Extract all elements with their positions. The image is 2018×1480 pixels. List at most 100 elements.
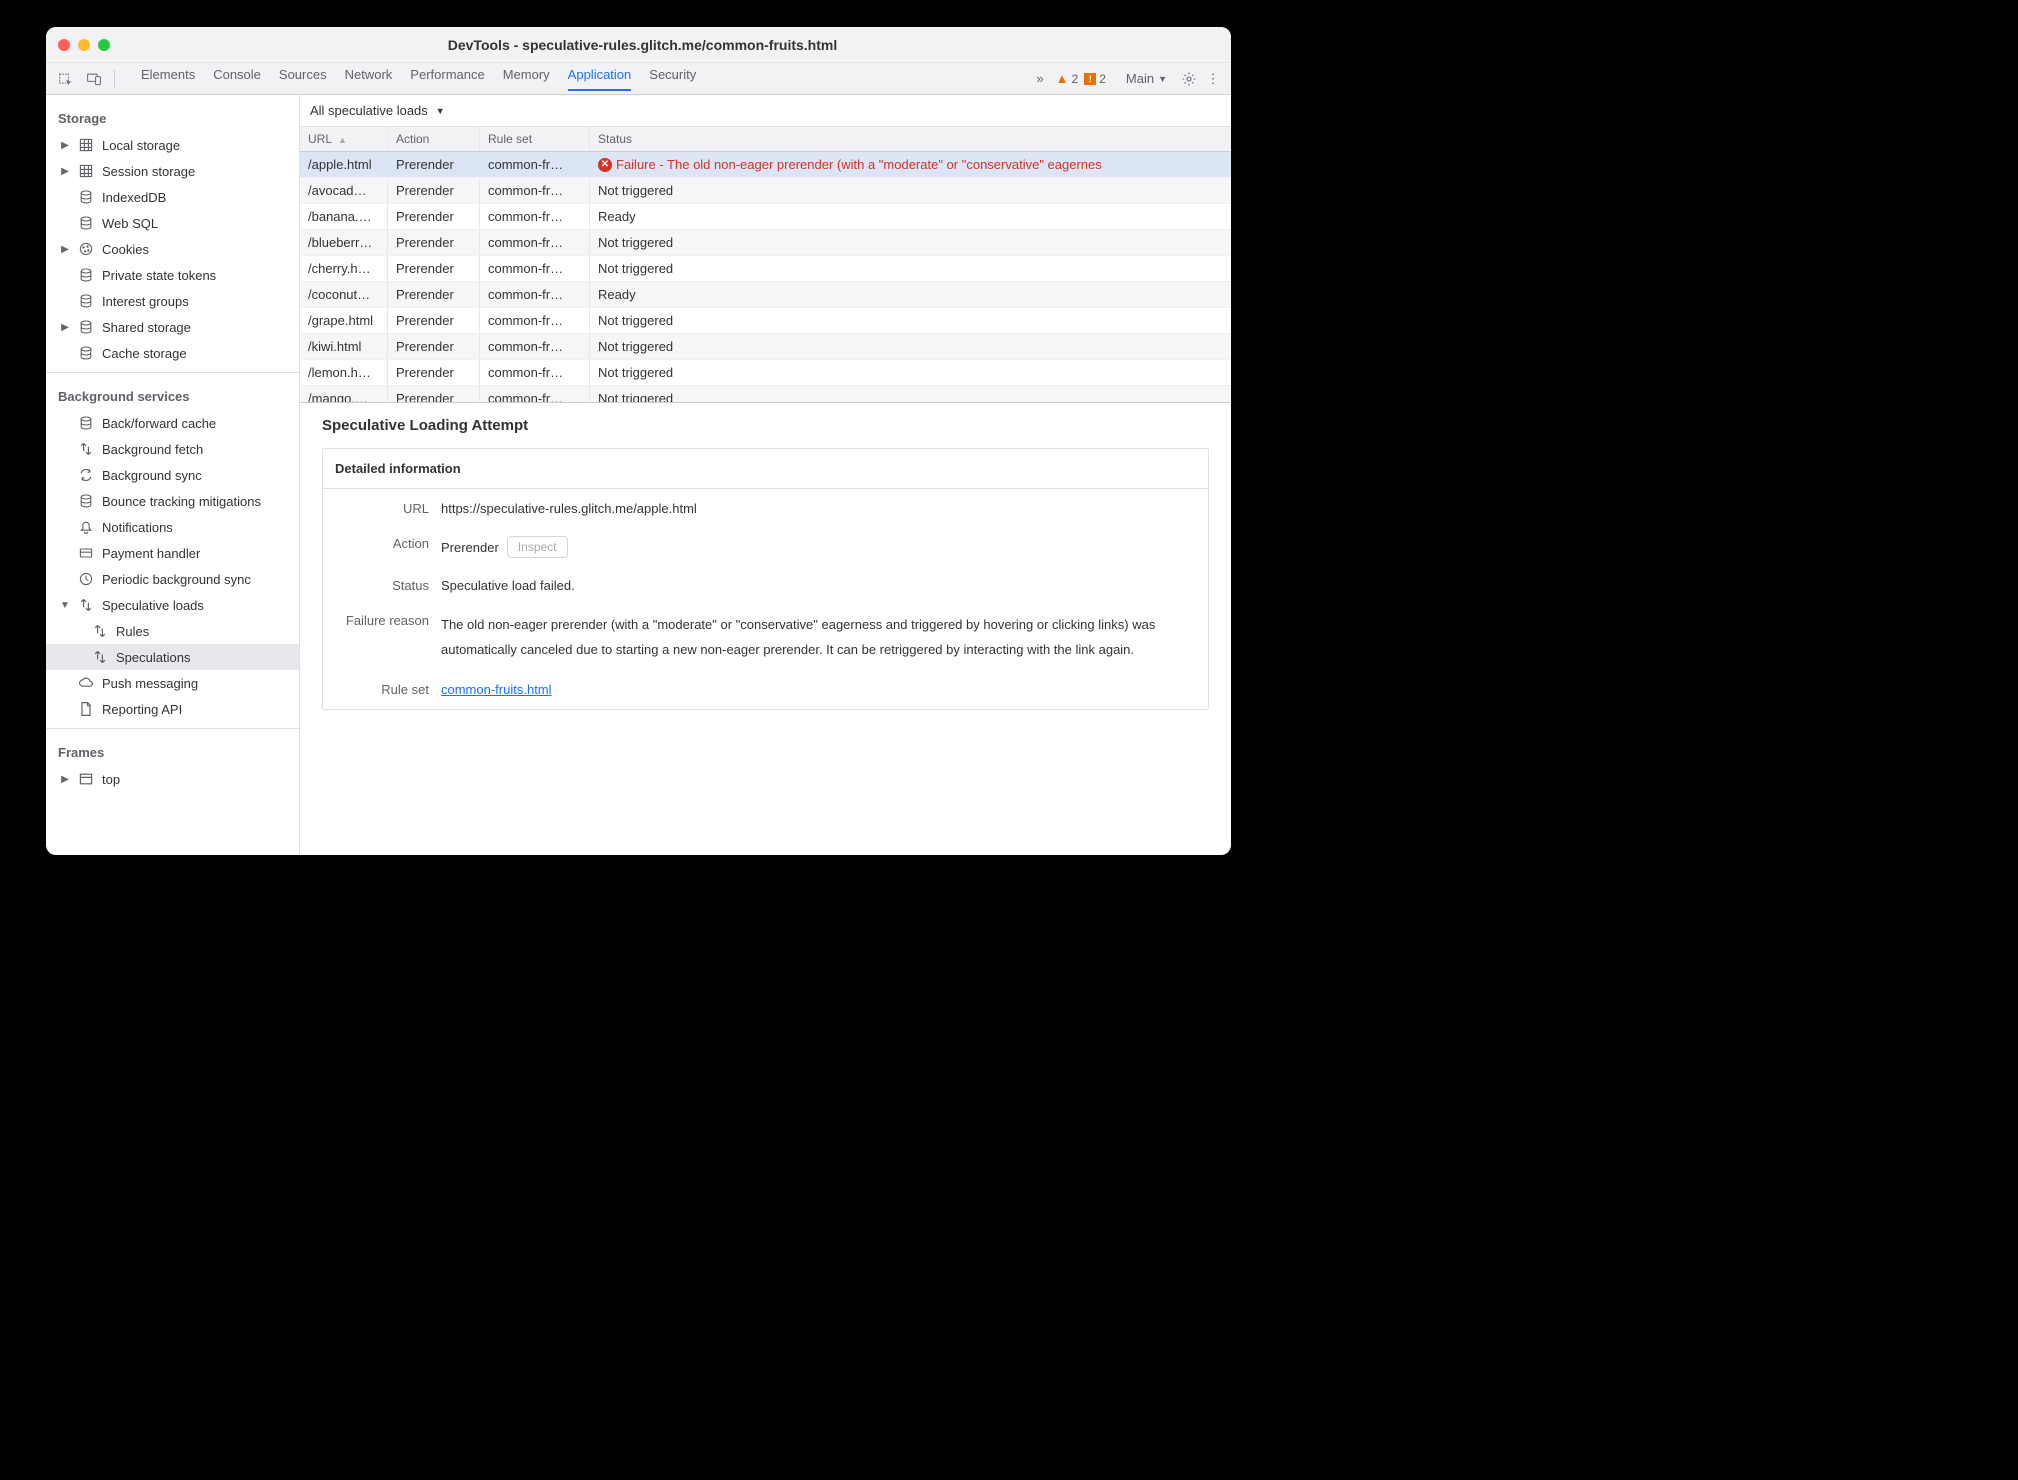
sidebar-reporting-api[interactable]: Reporting API: [46, 696, 299, 722]
db-icon: [77, 344, 95, 362]
close-window-button[interactable]: [58, 39, 70, 51]
table-row[interactable]: /lemon.h…Prerendercommon-fr…Not triggere…: [300, 360, 1231, 386]
table-row[interactable]: /avocad…Prerendercommon-fr…Not triggered: [300, 178, 1231, 204]
db-icon: [77, 414, 95, 432]
warning-counters[interactable]: ▲2 !2: [1056, 71, 1106, 86]
sidebar-item-notifications[interactable]: Notifications: [46, 514, 299, 540]
card-icon: [77, 544, 95, 562]
tab-elements[interactable]: Elements: [141, 67, 195, 91]
maximize-window-button[interactable]: [98, 39, 110, 51]
ruleset-link[interactable]: common-fruits.html: [441, 682, 552, 697]
detail-action-value: Prerender Inspect: [441, 536, 1196, 558]
detail-url-key: URL: [335, 501, 429, 516]
sidebar-item-periodic-background-sync[interactable]: Periodic background sync: [46, 566, 299, 592]
sidebar-speculations[interactable]: Speculations: [46, 644, 299, 670]
table-row[interactable]: /cherry.h…Prerendercommon-fr…Not trigger…: [300, 256, 1231, 282]
chevron-right-icon: ▶: [60, 322, 70, 333]
table-row[interactable]: /apple.htmlPrerendercommon-fr…✕Failure -…: [300, 152, 1231, 178]
arrows-icon: [77, 596, 95, 614]
detail-action-key: Action: [335, 536, 429, 551]
table-body: /apple.htmlPrerendercommon-fr…✕Failure -…: [300, 152, 1231, 402]
table-row[interactable]: /blueberr…Prerendercommon-fr…Not trigger…: [300, 230, 1231, 256]
chevron-right-icon: ▶: [60, 140, 70, 151]
sidebar-item-cache-storage[interactable]: Cache storage: [46, 340, 299, 366]
tab-network[interactable]: Network: [345, 67, 393, 91]
sidebar-item-private-state-tokens[interactable]: Private state tokens: [46, 262, 299, 288]
sidebar-rules[interactable]: Rules: [46, 618, 299, 644]
table-row[interactable]: /coconut…Prerendercommon-fr…Ready: [300, 282, 1231, 308]
table-row[interactable]: /kiwi.htmlPrerendercommon-fr…Not trigger…: [300, 334, 1231, 360]
frames-header: Frames: [46, 735, 299, 766]
tab-memory[interactable]: Memory: [503, 67, 550, 91]
detail-failure-value: The old non-eager prerender (with a "mod…: [441, 613, 1196, 662]
bg-services-header: Background services: [46, 379, 299, 410]
column-url[interactable]: URL▲: [300, 127, 388, 151]
bell-icon: [77, 518, 95, 536]
detail-ruleset-key: Rule set: [335, 682, 429, 697]
inspect-icon[interactable]: [54, 67, 78, 91]
filter-bar: All speculative loads ▼: [300, 95, 1231, 127]
arrows-icon: [91, 648, 109, 666]
detail-failure-key: Failure reason: [335, 613, 429, 628]
sidebar-push-messaging[interactable]: Push messaging: [46, 670, 299, 696]
column-status[interactable]: Status: [590, 127, 1231, 151]
column-ruleset[interactable]: Rule set: [480, 127, 590, 151]
inspect-button[interactable]: Inspect: [507, 536, 568, 558]
sidebar-item-background-sync[interactable]: Background sync: [46, 462, 299, 488]
sync-icon: [77, 466, 95, 484]
cloud-icon: [77, 674, 95, 692]
sidebar-item-bounce-tracking-mitigations[interactable]: Bounce tracking mitigations: [46, 488, 299, 514]
chevron-down-icon: ▼: [60, 600, 70, 611]
detail-url-value: https://speculative-rules.glitch.me/appl…: [441, 501, 1196, 516]
sidebar-item-indexeddb[interactable]: IndexedDB: [46, 184, 299, 210]
tab-sources[interactable]: Sources: [279, 67, 327, 91]
panel-tabs: Elements Console Sources Network Performance…: [141, 67, 1032, 91]
minimize-window-button[interactable]: [78, 39, 90, 51]
more-tabs-button[interactable]: »: [1036, 71, 1043, 86]
cookie-icon: [77, 240, 95, 258]
table-row[interactable]: /mango.…Prerendercommon-fr…Not triggered: [300, 386, 1231, 402]
db-icon: [77, 214, 95, 232]
document-icon: [77, 700, 95, 718]
table-row[interactable]: /banana.…Prerendercommon-fr…Ready: [300, 204, 1231, 230]
sidebar-speculative-loads[interactable]: ▼ Speculative loads: [46, 592, 299, 618]
tab-performance[interactable]: Performance: [410, 67, 484, 91]
sidebar-frame-top[interactable]: ▶ top: [46, 766, 299, 792]
content-area: Storage ▶Local storage▶Session storageIn…: [46, 95, 1231, 855]
sidebar-item-shared-storage[interactable]: ▶Shared storage: [46, 314, 299, 340]
more-menu-icon[interactable]: ⋮: [1203, 69, 1223, 89]
settings-gear-icon[interactable]: [1179, 69, 1199, 89]
arrows-icon: [91, 622, 109, 640]
sidebar-item-interest-groups[interactable]: Interest groups: [46, 288, 299, 314]
sidebar-item-session-storage[interactable]: ▶Session storage: [46, 158, 299, 184]
tab-console[interactable]: Console: [213, 67, 261, 91]
sidebar-item-payment-handler[interactable]: Payment handler: [46, 540, 299, 566]
db-icon: [77, 318, 95, 336]
frame-icon: [77, 770, 95, 788]
tab-application[interactable]: Application: [568, 67, 632, 91]
warning-triangle-icon: ▲: [1056, 71, 1069, 86]
filter-dropdown[interactable]: All speculative loads ▼: [310, 103, 445, 118]
sidebar-item-back-forward-cache[interactable]: Back/forward cache: [46, 410, 299, 436]
main-panel: All speculative loads ▼ URL▲ Action Rule…: [300, 95, 1231, 855]
table-row[interactable]: /grape.htmlPrerendercommon-fr…Not trigge…: [300, 308, 1231, 334]
sidebar-item-local-storage[interactable]: ▶Local storage: [46, 132, 299, 158]
device-icon[interactable]: [82, 67, 106, 91]
sidebar-item-web-sql[interactable]: Web SQL: [46, 210, 299, 236]
chevron-right-icon: ▶: [60, 166, 70, 177]
storage-section-header: Storage: [46, 101, 299, 132]
table-header: URL▲ Action Rule set Status: [300, 127, 1231, 152]
sort-asc-icon: ▲: [338, 135, 347, 145]
application-sidebar: Storage ▶Local storage▶Session storageIn…: [46, 95, 300, 855]
details-panel: Speculative Loading Attempt Detailed inf…: [300, 402, 1231, 855]
target-selector[interactable]: Main ▼: [1126, 71, 1167, 86]
sidebar-item-background-fetch[interactable]: Background fetch: [46, 436, 299, 462]
grid-icon: [77, 162, 95, 180]
chevron-right-icon: ▶: [60, 244, 70, 255]
tab-security[interactable]: Security: [649, 67, 696, 91]
db-icon: [77, 292, 95, 310]
column-action[interactable]: Action: [388, 127, 480, 151]
detail-status-key: Status: [335, 578, 429, 593]
sidebar-item-cookies[interactable]: ▶Cookies: [46, 236, 299, 262]
issue-square-icon: !: [1084, 73, 1096, 85]
